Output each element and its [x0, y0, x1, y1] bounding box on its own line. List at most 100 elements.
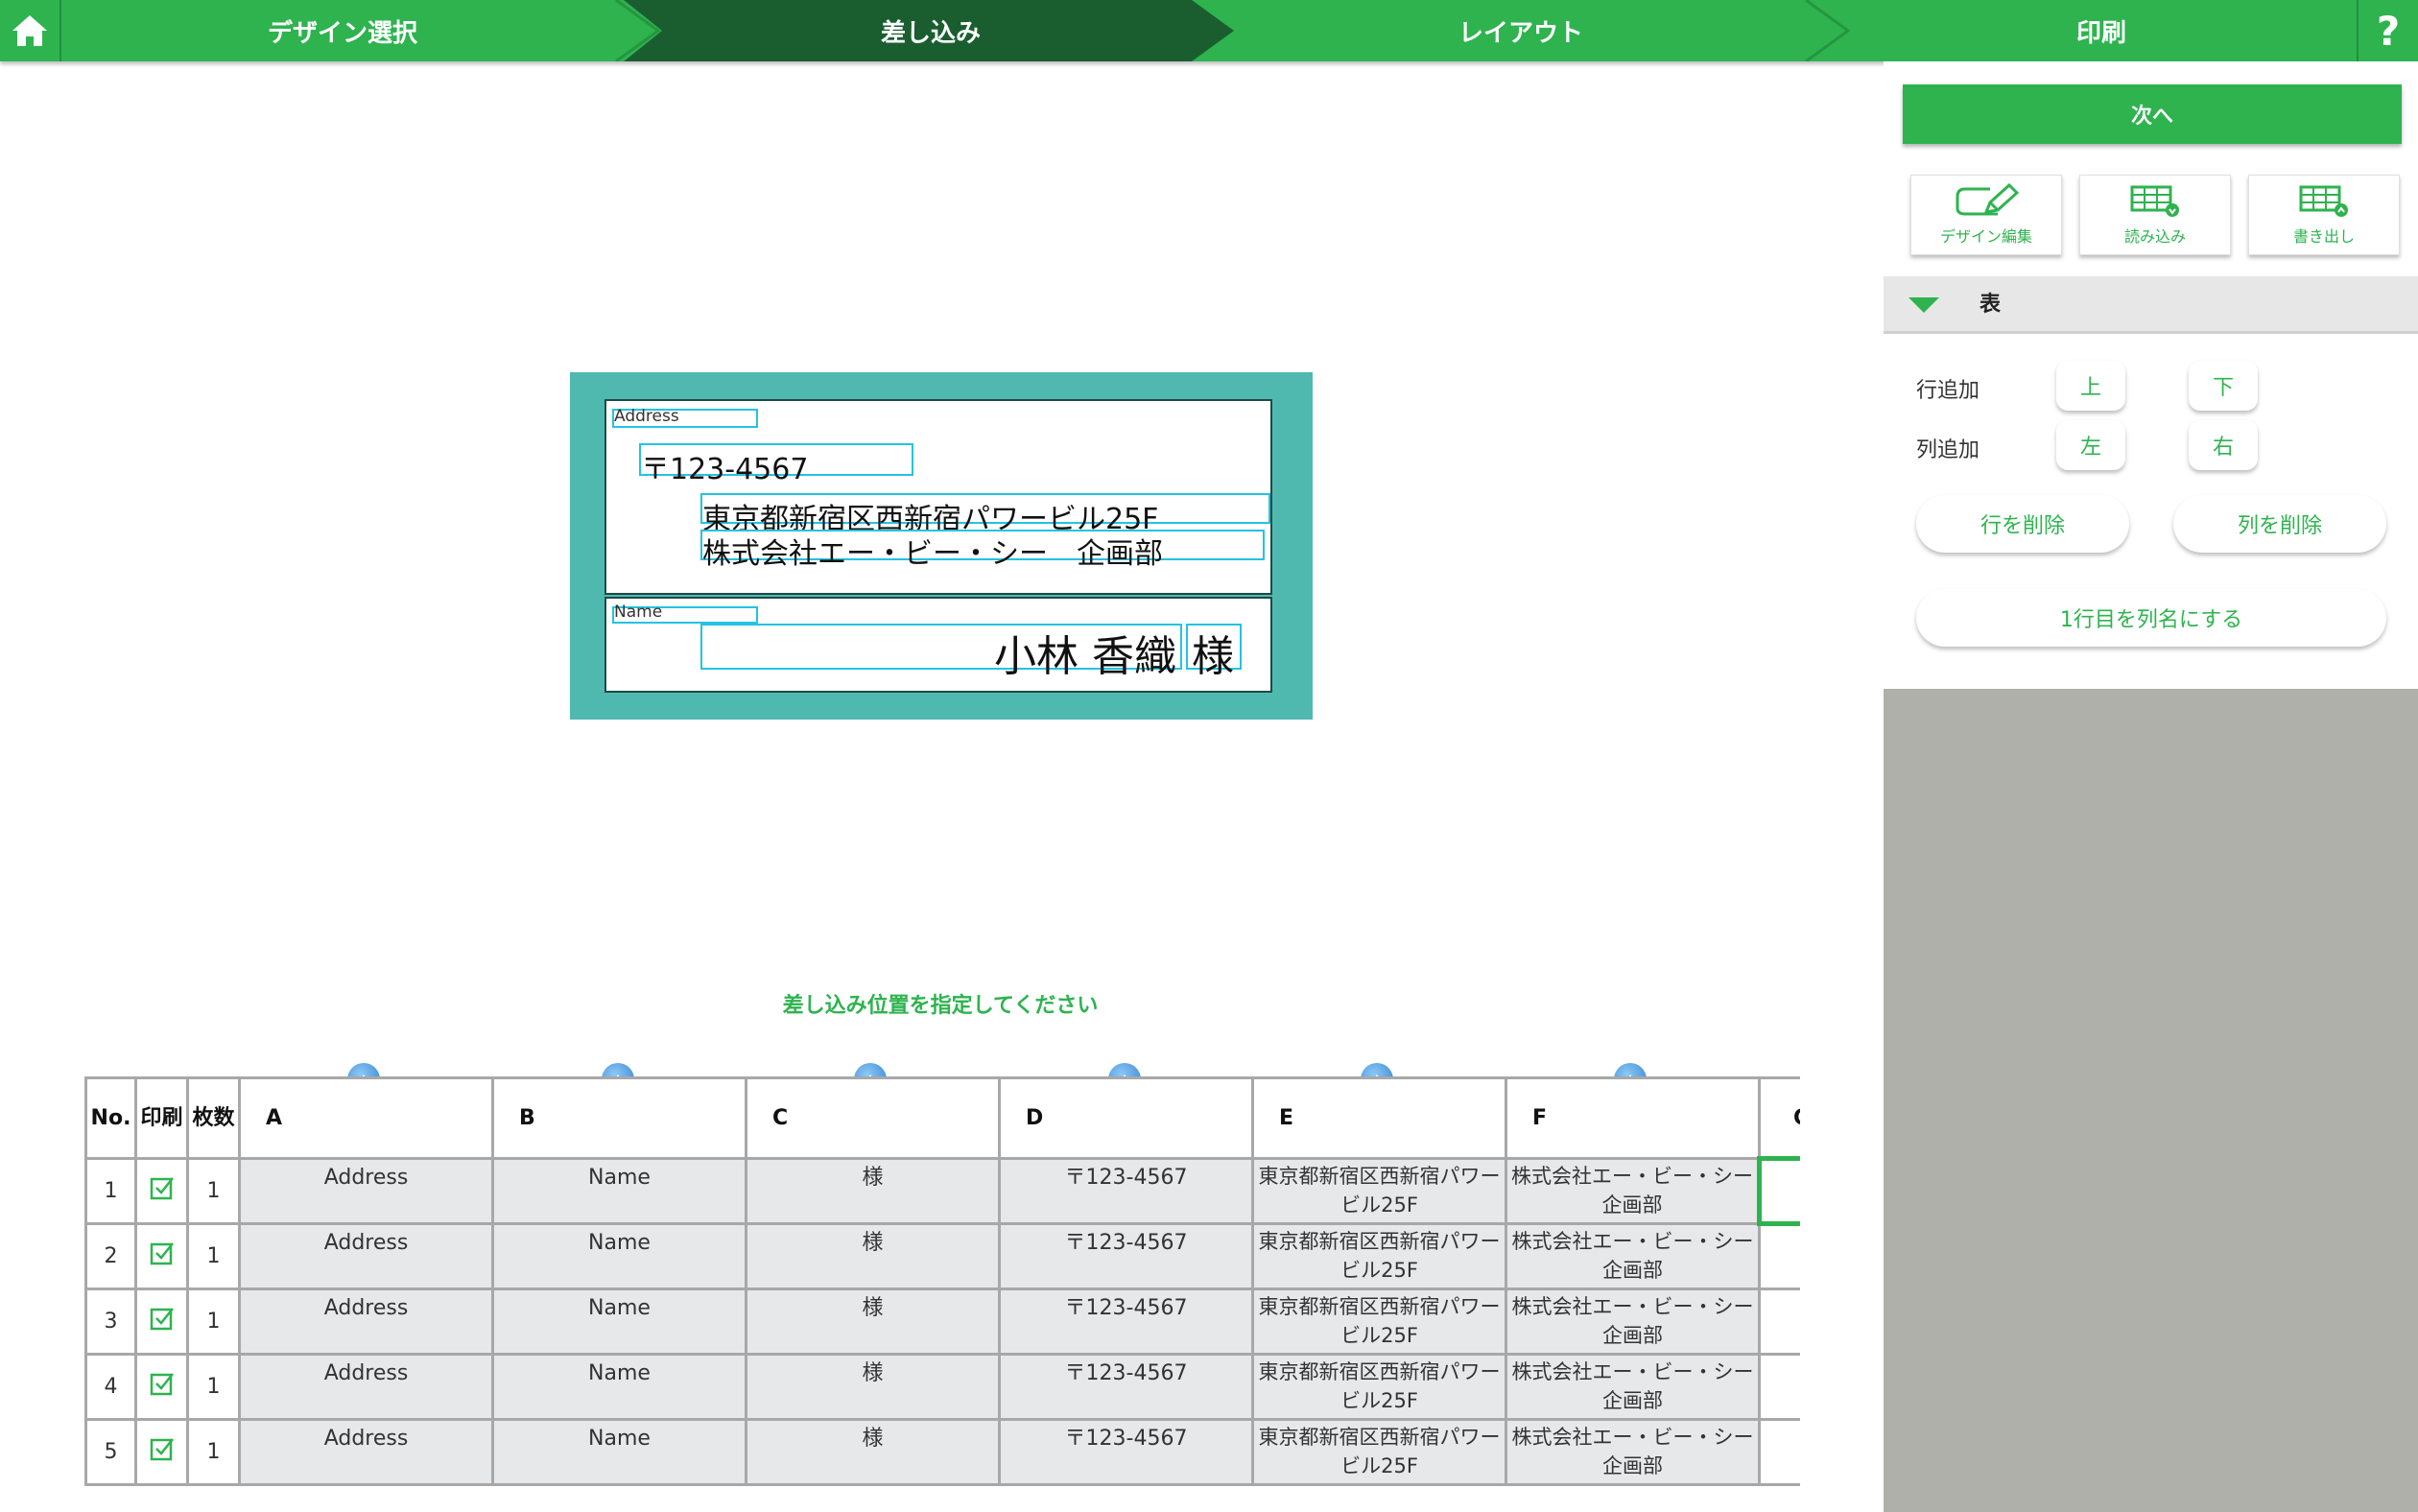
import-label: 読み込み	[2123, 227, 2186, 246]
checkbox-checked-icon	[150, 1437, 174, 1460]
copy-count[interactable]: 1	[186, 1222, 241, 1290]
cell[interactable]: 東京都新宿区西新宿パワービル25F	[1251, 1353, 1507, 1421]
table-export-icon	[2299, 185, 2348, 217]
cell[interactable]: 様	[745, 1157, 1001, 1225]
cell[interactable]: 東京都新宿区西新宿パワービル25F	[1251, 1222, 1507, 1290]
address-field-label: Address	[614, 407, 679, 426]
export-label: 書き出し	[2292, 227, 2355, 246]
cell[interactable]: Name	[491, 1418, 747, 1486]
cell[interactable]: 〒123-4567	[998, 1418, 1254, 1486]
copy-count[interactable]: 1	[186, 1157, 241, 1225]
cell[interactable]: Address	[238, 1222, 494, 1290]
add-col-left-button[interactable]: 左	[2056, 420, 2125, 470]
address-line2-text: 株式会社エー・ビー・シー 企画部	[702, 537, 1163, 571]
header-col-e[interactable]: E	[1251, 1076, 1507, 1160]
header-no: No.	[84, 1076, 137, 1160]
cell[interactable]: 様	[745, 1288, 1001, 1356]
cell[interactable]: Name	[491, 1222, 747, 1290]
cell[interactable]: 様	[745, 1418, 1001, 1486]
help-button[interactable]: ?	[2357, 0, 2418, 61]
export-button[interactable]: 書き出し	[2248, 175, 2400, 255]
header-col-f[interactable]: F	[1505, 1076, 1761, 1160]
checkbox-checked-icon	[150, 1241, 174, 1264]
cell[interactable]: 株式会社エー・ビー・シー 企画部	[1505, 1222, 1774, 1290]
table-import-icon	[2130, 185, 2179, 217]
data-table: No. 印刷 枚数 A B C D E F G 1 1 Address	[84, 1076, 1800, 1486]
right-panel-controls: 次へ デザイン編集 読み込み 書き出し 表 行追加 上 下 列追加 左 右 行を…	[1884, 61, 2418, 689]
cell[interactable]: 東京都新宿区西新宿パワービル25F	[1251, 1157, 1507, 1225]
table-section-header[interactable]: 表	[1884, 276, 2418, 334]
row-number: 3	[84, 1288, 137, 1356]
header-col-d[interactable]: D	[998, 1076, 1254, 1160]
header-col-b[interactable]: B	[491, 1076, 747, 1160]
cell[interactable]: 株式会社エー・ビー・シー 企画部	[1505, 1353, 1774, 1421]
cell[interactable]: 東京都新宿区西新宿パワービル25F	[1251, 1418, 1507, 1486]
cell[interactable]: Name	[491, 1288, 747, 1356]
header-col-a[interactable]: A	[238, 1076, 494, 1160]
table-row: 1 1 Address Name 様 〒123-4567 東京都新宿区西新宿パワ…	[84, 1156, 1800, 1226]
col-add-label: 列追加	[1916, 438, 1980, 462]
table-row: 3 1 Address Name 様 〒123-4567 東京都新宿区西新宿パワ…	[84, 1288, 1800, 1356]
cell[interactable]: Address	[238, 1288, 494, 1356]
header-col-c[interactable]: C	[745, 1076, 1001, 1160]
cell[interactable]: 〒123-4567	[998, 1288, 1254, 1356]
cell[interactable]: 〒123-4567	[998, 1157, 1254, 1225]
row-add-label: 行追加	[1916, 379, 1980, 403]
print-checkbox[interactable]	[134, 1353, 189, 1421]
cell[interactable]: 株式会社エー・ビー・シー 企画部	[1505, 1157, 1773, 1225]
import-button[interactable]: 読み込み	[2079, 175, 2231, 255]
checkbox-checked-icon	[150, 1176, 174, 1199]
app-window: { "steps": ["デザイン選択", "差し込み", "レイアウト", "…	[0, 0, 2418, 1512]
postal-code-text: 〒123-4567	[641, 453, 809, 486]
copy-count[interactable]: 1	[186, 1288, 241, 1356]
header-count: 枚数	[186, 1076, 241, 1160]
data-table-container: No. 印刷 枚数 A B C D E F G 1 1 Address	[84, 1076, 1800, 1489]
cell[interactable]: 東京都新宿区西新宿パワービル25F	[1251, 1288, 1507, 1356]
next-button[interactable]: 次へ	[1903, 84, 2402, 144]
print-checkbox[interactable]	[134, 1418, 189, 1486]
row-number: 1	[84, 1157, 137, 1225]
cell[interactable]: Name	[491, 1157, 747, 1225]
cell[interactable]: 株式会社エー・ビー・シー 企画部	[1505, 1288, 1774, 1356]
delete-row-button[interactable]: 行を削除	[1916, 495, 2129, 553]
design-edit-icon	[1956, 183, 2020, 216]
cell[interactable]: 様	[745, 1222, 1001, 1290]
copy-count[interactable]: 1	[186, 1353, 241, 1421]
step-merge[interactable]: 差し込み	[662, 0, 1199, 61]
add-row-below-button[interactable]: 下	[2189, 361, 2258, 411]
table-row: 2 1 Address Name 様 〒123-4567 東京都新宿区西新宿パワ…	[84, 1222, 1800, 1290]
print-checkbox[interactable]	[134, 1288, 189, 1356]
add-col-right-button[interactable]: 右	[2189, 420, 2258, 470]
cell[interactable]: Address	[238, 1157, 494, 1225]
delete-col-button[interactable]: 列を削除	[2173, 495, 2386, 553]
right-panel: 次へ デザイン編集 読み込み 書き出し 表 行追加 上 下 列追加 左 右 行を…	[1884, 61, 2418, 1512]
cell[interactable]: 〒123-4567	[998, 1222, 1254, 1290]
table-header-row: No. 印刷 枚数 A B C D E F G	[84, 1076, 1800, 1160]
section-title: 表	[1979, 293, 2002, 317]
cell[interactable]: Address	[238, 1353, 494, 1421]
first-row-as-header-button[interactable]: 1行目を列名にする	[1916, 589, 2386, 647]
design-edit-label: デザイン編集	[1939, 227, 2032, 246]
home-icon	[12, 15, 47, 46]
cell[interactable]: Address	[238, 1418, 494, 1486]
header-print[interactable]: 印刷	[134, 1076, 189, 1160]
design-edit-button[interactable]: デザイン編集	[1910, 175, 2062, 255]
step-print[interactable]: 印刷	[1842, 0, 2360, 61]
step-design-select[interactable]: デザイン選択	[61, 0, 624, 61]
home-button[interactable]	[0, 0, 61, 61]
print-checkbox[interactable]	[134, 1222, 189, 1290]
cell[interactable]: 〒123-4567	[998, 1353, 1254, 1421]
checkbox-checked-icon	[150, 1307, 174, 1330]
row-number: 4	[84, 1353, 137, 1421]
add-row-above-button[interactable]: 上	[2056, 361, 2125, 411]
header-col-g[interactable]: G	[1758, 1076, 1800, 1160]
print-checkbox[interactable]	[134, 1157, 189, 1225]
row-number: 2	[84, 1222, 137, 1290]
address-panel: Address 〒123-4567 東京都新宿区西新宿パワービル25F 株式会社…	[604, 399, 1272, 595]
copy-count[interactable]: 1	[186, 1418, 241, 1486]
cell[interactable]: Name	[491, 1353, 747, 1421]
cell[interactable]: 株式会社エー・ビー・シー 企画部	[1505, 1418, 1774, 1486]
step-layout[interactable]: レイアウト	[1247, 0, 1794, 61]
cell[interactable]: 様	[745, 1353, 1001, 1421]
checkbox-checked-icon	[150, 1372, 174, 1395]
